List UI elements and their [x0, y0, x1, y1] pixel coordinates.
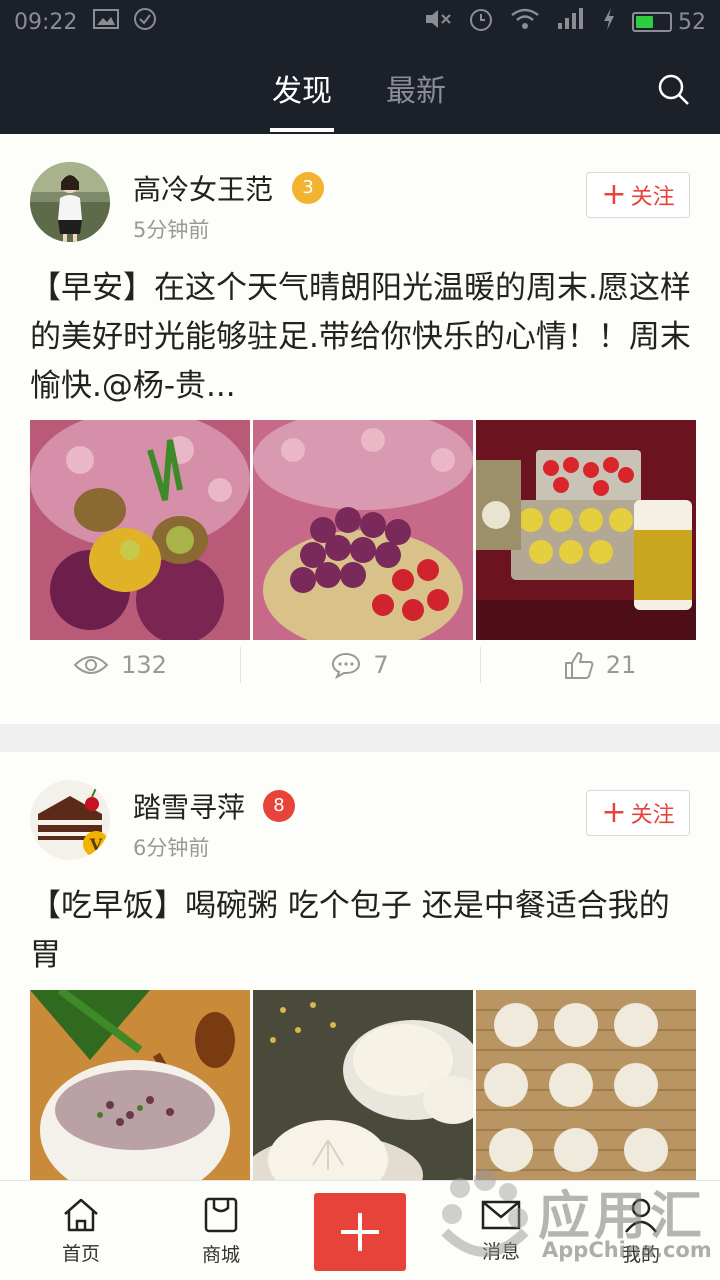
tab-discover[interactable]: 发现	[272, 66, 332, 110]
eye-icon	[73, 656, 109, 674]
nav-home[interactable]: 首页	[36, 1181, 126, 1280]
nav-messages[interactable]: 消息	[456, 1181, 546, 1280]
battery-icon	[632, 12, 672, 32]
status-time: 09:22	[14, 9, 78, 35]
image-grid	[30, 420, 696, 640]
battery-percent: 52	[678, 9, 706, 35]
image-notification-icon	[93, 8, 120, 36]
active-tab-indicator	[270, 128, 334, 132]
avatar[interactable]	[30, 162, 110, 242]
top-nav: 发现 最新	[0, 44, 720, 134]
follow-label: 关注	[630, 803, 675, 828]
follow-button[interactable]: + 关注	[586, 172, 690, 218]
timestamp: 5分钟前	[133, 218, 210, 242]
thumbs-up-icon	[564, 652, 594, 679]
comments-stat[interactable]: 7	[240, 639, 480, 691]
post-card: 高冷女王范 3 5分钟前 + 关注 【早安】在这个天气晴朗阳光温暖的周末.愿这样…	[0, 134, 720, 724]
likes-stat[interactable]: 21	[480, 639, 720, 691]
post-text[interactable]: 【早安】在这个天气晴朗阳光温暖的周末.愿这样的美好时光能够驻足.带给你快乐的心情…	[30, 264, 694, 411]
post-stats: 132 7 21	[0, 639, 720, 691]
publish-button[interactable]	[314, 1193, 406, 1271]
views-stat: 132	[0, 639, 240, 691]
person-icon	[625, 1198, 657, 1233]
follow-label: 关注	[630, 185, 675, 210]
avatar[interactable]: V	[30, 780, 110, 860]
post-card: V 踏雪寻萍 8 6分钟前 + 关注 【吃早饭】喝碗粥 吃个包子 还是中餐适合我…	[0, 752, 720, 1180]
username[interactable]: 高冷女王范	[133, 168, 273, 208]
nav-messages-label: 消息	[481, 1240, 520, 1263]
follow-button[interactable]: + 关注	[586, 790, 690, 836]
plus-icon	[341, 1213, 379, 1251]
signal-icon	[556, 7, 586, 37]
mail-icon	[481, 1200, 521, 1229]
nav-mall-label: 商城	[201, 1243, 240, 1266]
comment-icon	[332, 652, 361, 679]
plus-icon: +	[601, 795, 627, 830]
bag-icon	[204, 1197, 238, 1232]
nav-mall[interactable]: 商城	[176, 1181, 266, 1280]
username[interactable]: 踏雪寻萍	[133, 786, 245, 826]
shumai-breakfast-photo[interactable]	[476, 420, 696, 640]
mute-icon	[424, 7, 452, 37]
congee-bowl-photo[interactable]	[30, 990, 250, 1180]
wifi-icon	[510, 7, 540, 37]
check-circle-icon	[133, 7, 157, 37]
nav-me-label: 我的	[621, 1243, 660, 1266]
alarm-icon	[468, 6, 494, 38]
views-count: 132	[121, 651, 167, 679]
comments-count: 7	[373, 651, 389, 679]
charging-icon	[602, 7, 616, 37]
battery-indicator: 52	[632, 10, 706, 35]
status-bar: 09:22 52	[0, 0, 720, 44]
feed[interactable]: 高冷女王范 3 5分钟前 + 关注 【早安】在这个天气晴朗阳光温暖的周末.愿这样…	[0, 134, 720, 1180]
svg-text:V: V	[89, 835, 103, 854]
fruit-plate-photo[interactable]	[30, 420, 250, 640]
level-badge: 3	[292, 172, 324, 204]
steamed-buns-photo[interactable]	[253, 990, 473, 1180]
level-badge: 8	[263, 790, 295, 822]
tab-latest[interactable]: 最新	[386, 66, 446, 110]
search-icon[interactable]	[656, 72, 692, 108]
plus-icon: +	[601, 177, 627, 212]
likes-count: 21	[605, 651, 637, 679]
image-grid	[30, 990, 696, 1180]
nav-home-label: 首页	[61, 1242, 100, 1265]
home-icon	[64, 1198, 98, 1231]
grapes-strawberries-photo[interactable]	[253, 420, 473, 640]
bottom-nav: 首页 商城 消息 我的	[0, 1180, 720, 1280]
post-text[interactable]: 【吃早饭】喝碗粥 吃个包子 还是中餐适合我的胃	[30, 882, 694, 980]
nav-me[interactable]: 我的	[596, 1181, 686, 1280]
timestamp: 6分钟前	[133, 836, 210, 860]
dumplings-tray-photo[interactable]	[476, 990, 696, 1180]
